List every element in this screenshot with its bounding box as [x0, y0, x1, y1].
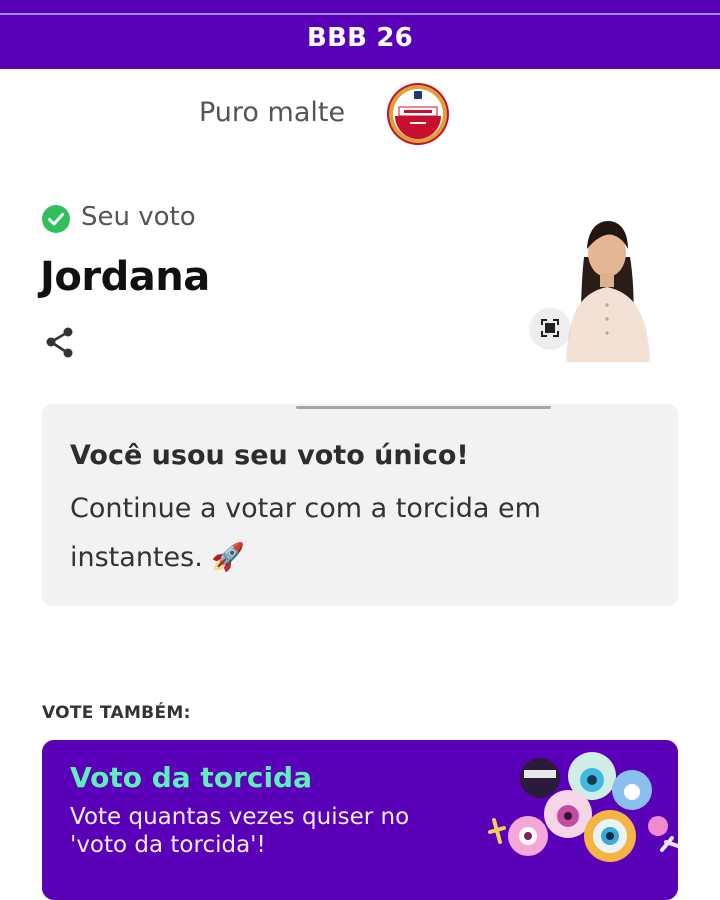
confirmation-headline: Você usou seu voto único!	[70, 440, 469, 471]
drag-handle[interactable]	[296, 406, 551, 409]
vote-status-label: Seu voto	[81, 202, 196, 232]
sponsor-tagline: Puro malte	[199, 97, 346, 128]
check-circle-icon	[42, 205, 70, 233]
candidate-name: Jordana	[40, 254, 210, 300]
torcida-card-title: Voto da torcida	[70, 761, 312, 794]
vote-confirmation-card: Você usou seu voto único! Continue a vot…	[42, 404, 678, 606]
torcida-card-description: Vote quantas vezes quiser no 'voto da to…	[70, 804, 410, 858]
share-icon[interactable]	[44, 326, 76, 358]
expand-icon[interactable]	[530, 308, 570, 348]
confirmation-message: Continue a votar com a torcida em instan…	[70, 493, 541, 573]
top-bar: BBB 26	[0, 0, 720, 69]
vote-also-label: VOTE TAMBÉM:	[42, 703, 191, 723]
voto-da-torcida-card[interactable]: Voto da torcida Vote quantas vezes quise…	[42, 740, 678, 900]
top-bar-divider	[0, 13, 720, 15]
mascots-illustration	[488, 752, 678, 862]
page-title: BBB 26	[307, 23, 413, 53]
amstel-logo-icon[interactable]	[386, 82, 450, 146]
